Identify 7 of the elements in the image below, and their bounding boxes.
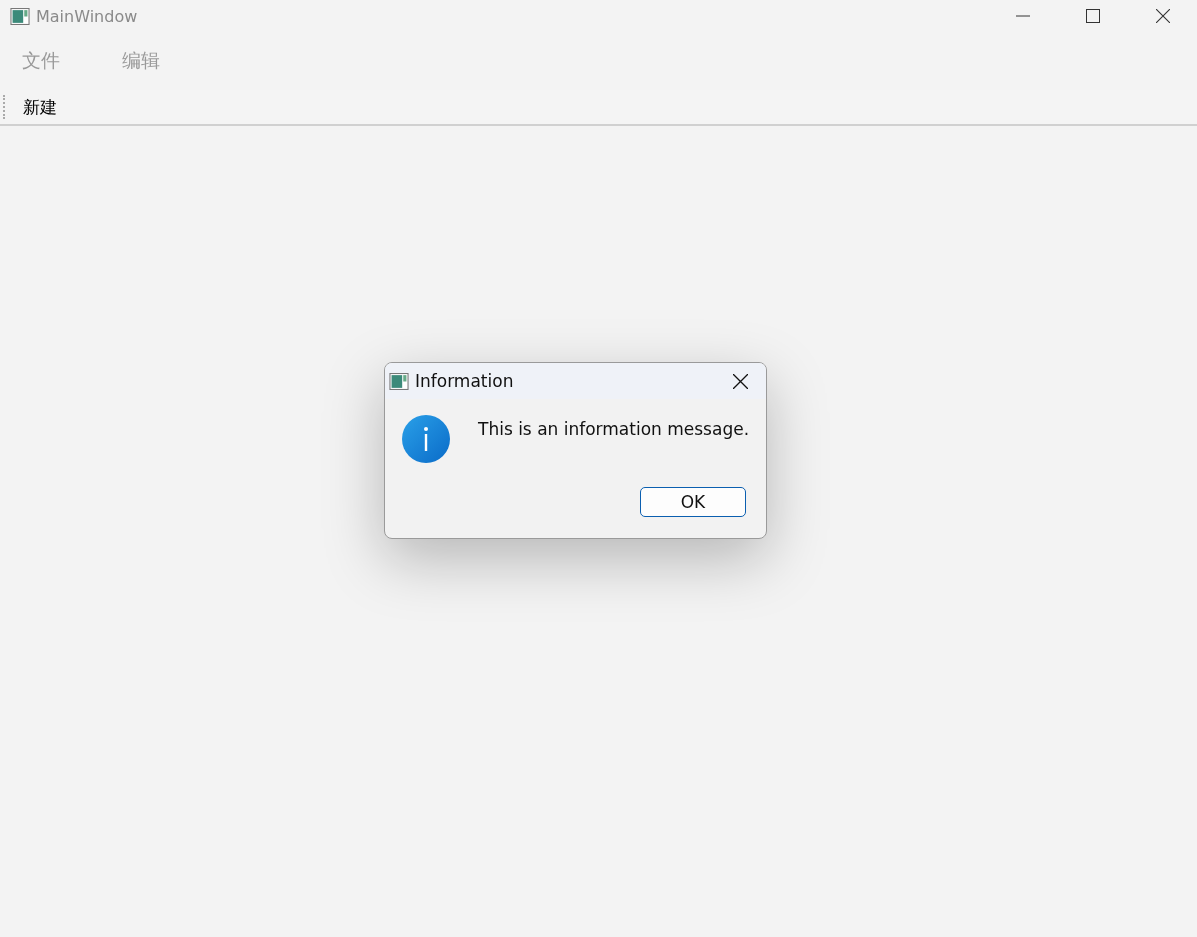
message-text: This is an information message. <box>478 419 750 439</box>
app-icon <box>10 7 30 25</box>
dialog-title: Information <box>415 371 514 391</box>
window-title: MainWindow <box>36 6 138 26</box>
close-icon[interactable] <box>733 373 748 389</box>
info-icon <box>402 415 450 463</box>
app-icon <box>389 372 409 390</box>
